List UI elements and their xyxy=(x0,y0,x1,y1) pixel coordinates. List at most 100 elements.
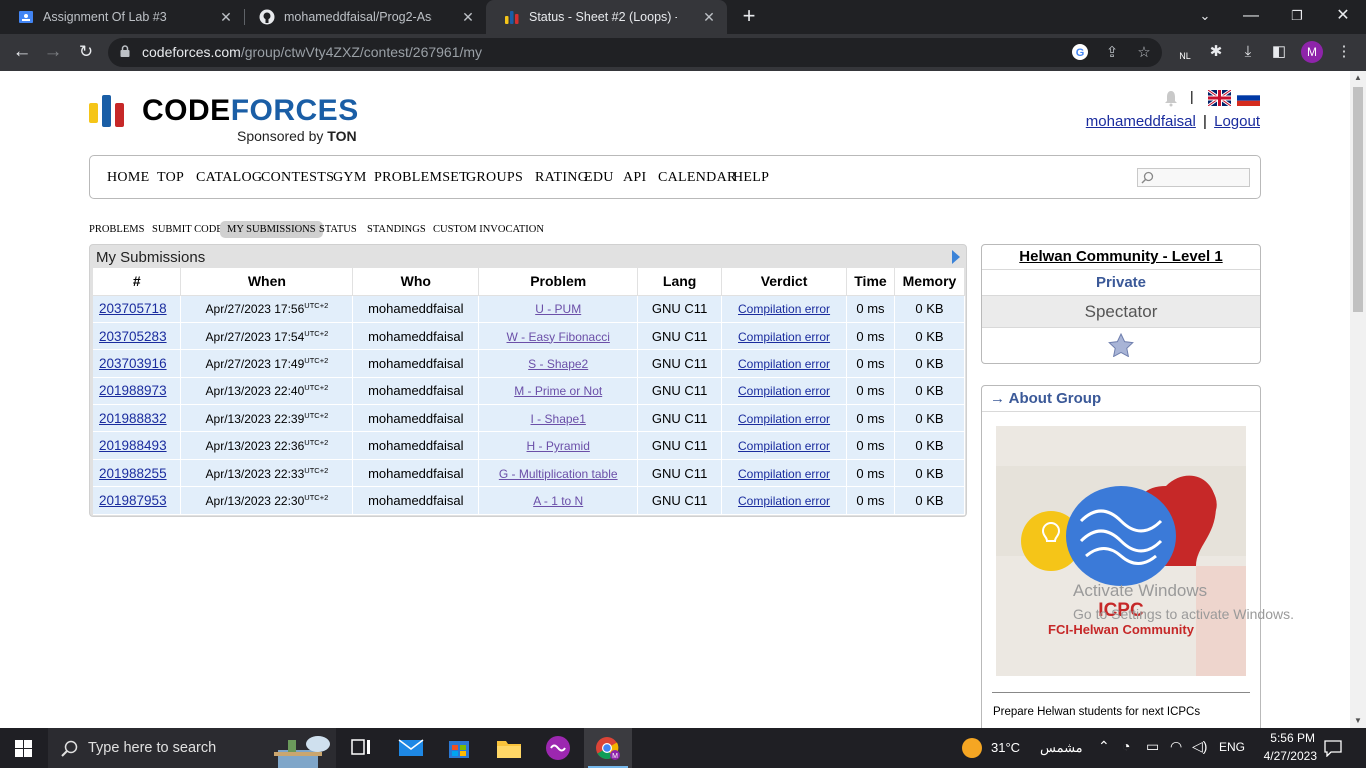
verdict-link[interactable]: Compilation error xyxy=(738,330,830,344)
verdict-link[interactable]: Compilation error xyxy=(738,494,830,508)
submenu-problems[interactable]: PROBLEMS xyxy=(82,221,151,238)
menu-calendar[interactable]: CALENDAR xyxy=(658,170,737,186)
submitter-name[interactable]: mohameddfaisal xyxy=(368,466,463,481)
tray-battery-icon[interactable]: ▭ xyxy=(1146,738,1159,755)
mail-app-icon[interactable] xyxy=(398,736,424,760)
codeforces-logo[interactable]: CODEFORCES Sponsored by TON xyxy=(89,94,369,145)
restore-button[interactable]: ❐ xyxy=(1274,0,1320,34)
menu-top[interactable]: TOP xyxy=(157,170,184,186)
submitter-name[interactable]: mohameddfaisal xyxy=(368,438,463,453)
taskbar-search-input[interactable]: Type here to search xyxy=(48,728,336,768)
site-search-input[interactable] xyxy=(1137,168,1250,187)
menu-rating[interactable]: RATING xyxy=(535,170,588,186)
close-window-button[interactable]: ✕ xyxy=(1320,0,1366,34)
tab-search-icon[interactable]: ⌄ xyxy=(1182,0,1228,34)
submission-id-link[interactable]: 201987953 xyxy=(99,493,167,508)
menu-gym[interactable]: GYM xyxy=(333,170,367,186)
submission-id-link[interactable]: 203705283 xyxy=(99,329,167,344)
taskbar-chrome-active[interactable]: M xyxy=(584,728,632,768)
task-view-icon[interactable] xyxy=(348,736,374,760)
back-button[interactable]: ← xyxy=(9,40,35,66)
submenu-status[interactable]: STATUS xyxy=(312,221,364,238)
tray-meet-icon[interactable]: ◔ xyxy=(1122,738,1130,754)
submission-id-link[interactable]: 201988832 xyxy=(99,411,167,426)
submitter-name[interactable]: mohameddfaisal xyxy=(368,356,463,371)
problem-link[interactable]: U - PUM xyxy=(535,302,581,316)
submission-id-link[interactable]: 201988255 xyxy=(99,466,167,481)
tray-overflow-icon[interactable]: ⌃ xyxy=(1098,738,1110,755)
submitter-name[interactable]: mohameddfaisal xyxy=(368,493,463,508)
submitter-name[interactable]: mohameddfaisal xyxy=(368,301,463,316)
visual-studio-icon[interactable] xyxy=(545,736,571,760)
problem-link[interactable]: W - Easy Fibonacci xyxy=(507,330,610,344)
google-lens-icon[interactable]: G xyxy=(1070,43,1090,63)
username-link[interactable]: mohameddfaisal xyxy=(1086,113,1196,130)
weather-sun-icon[interactable] xyxy=(962,738,982,758)
tray-volume-icon[interactable]: ◁) xyxy=(1192,738,1207,755)
weather-temp[interactable]: 31°C xyxy=(991,740,1020,755)
store-app-icon[interactable] xyxy=(446,736,472,760)
windows-start-icon[interactable] xyxy=(15,740,32,757)
notification-bell-icon[interactable] xyxy=(1162,89,1180,107)
tab-assignment[interactable]: Assignment Of Lab #3 ✕ xyxy=(0,0,244,34)
scrollbar-thumb[interactable] xyxy=(1353,87,1363,312)
menu-contests[interactable]: CONTESTS xyxy=(261,170,334,186)
submission-id-link[interactable]: 201988973 xyxy=(99,383,167,398)
extensions-puzzle-icon[interactable]: ✱ xyxy=(1205,41,1227,63)
menu-problemset[interactable]: PROBLEMSET xyxy=(374,170,468,186)
extension-nl-icon[interactable]: NL xyxy=(1174,41,1196,63)
clock-date[interactable]: 4/27/2023 xyxy=(1253,749,1317,763)
side-panel-icon[interactable]: ◧ xyxy=(1268,41,1290,63)
browser-menu-icon[interactable]: ⋮ xyxy=(1333,41,1355,63)
close-tab-icon[interactable]: ✕ xyxy=(218,9,234,25)
favourite-star-icon[interactable] xyxy=(1108,332,1134,358)
minimize-button[interactable]: — xyxy=(1228,0,1274,34)
submenu-submit-code[interactable]: SUBMIT CODE xyxy=(145,221,230,238)
menu-help[interactable]: HELP xyxy=(733,170,769,186)
verdict-link[interactable]: Compilation error xyxy=(738,412,830,426)
forward-button[interactable]: → xyxy=(40,40,66,66)
close-tab-icon[interactable]: ✕ xyxy=(460,9,476,25)
submitter-name[interactable]: mohameddfaisal xyxy=(368,411,463,426)
scroll-down-icon[interactable]: ▼ xyxy=(1350,714,1366,728)
menu-groups[interactable]: GROUPS xyxy=(466,170,523,186)
submenu-custom-invocation[interactable]: CUSTOM INVOCATION xyxy=(426,221,551,238)
collapse-arrow-icon[interactable] xyxy=(952,250,960,264)
problem-link[interactable]: S - Shape2 xyxy=(528,357,588,371)
problem-link[interactable]: G - Multiplication table xyxy=(499,467,618,481)
address-bar[interactable]: codeforces.com/group/ctwVty4ZXZ/contest/… xyxy=(108,38,1162,67)
page-scrollbar[interactable]: ▲ ▼ xyxy=(1350,71,1366,728)
notification-center-icon[interactable] xyxy=(1324,740,1342,757)
russian-flag-icon[interactable] xyxy=(1237,90,1260,106)
problem-link[interactable]: A - 1 to N xyxy=(533,494,583,508)
scroll-up-icon[interactable]: ▲ xyxy=(1350,71,1366,85)
tab-github[interactable]: mohameddfaisal/Prog2-Assignm ✕ xyxy=(241,0,486,34)
new-tab-button[interactable]: + xyxy=(726,0,772,34)
submenu-my-submissions[interactable]: MY SUBMISSIONS xyxy=(220,221,323,238)
submission-id-link[interactable]: 201988493 xyxy=(99,438,167,453)
submission-id-link[interactable]: 203703916 xyxy=(99,356,167,371)
problem-link[interactable]: M - Prime or Not xyxy=(514,384,602,398)
problem-link[interactable]: H - Pyramid xyxy=(527,439,590,453)
bookmark-star-icon[interactable]: ☆ xyxy=(1134,43,1154,63)
file-explorer-icon[interactable] xyxy=(496,736,522,760)
submenu-standings[interactable]: STANDINGS xyxy=(360,221,433,238)
verdict-link[interactable]: Compilation error xyxy=(738,357,830,371)
reload-button[interactable]: ↻ xyxy=(73,40,99,66)
menu-catalog[interactable]: CATALOG xyxy=(196,170,262,186)
download-icon[interactable]: ⤓ xyxy=(1237,41,1259,63)
submitter-name[interactable]: mohameddfaisal xyxy=(368,383,463,398)
menu-api[interactable]: API xyxy=(623,170,646,186)
share-icon[interactable]: ⇪ xyxy=(1102,43,1122,63)
tab-codeforces-status[interactable]: Status - Sheet #2 (Loops) - Code ✕ xyxy=(486,0,727,34)
menu-edu[interactable]: EDU xyxy=(584,170,614,186)
clock-time[interactable]: 5:56 PM xyxy=(1255,731,1315,745)
input-language[interactable]: ENG xyxy=(1219,740,1245,754)
close-tab-icon[interactable]: ✕ xyxy=(701,9,717,25)
submitter-name[interactable]: mohameddfaisal xyxy=(368,329,463,344)
verdict-link[interactable]: Compilation error xyxy=(738,384,830,398)
verdict-link[interactable]: Compilation error xyxy=(738,439,830,453)
verdict-link[interactable]: Compilation error xyxy=(738,467,830,481)
tray-wifi-icon[interactable]: ◠ xyxy=(1170,738,1182,755)
group-name-link[interactable]: Helwan Community - Level 1 xyxy=(1019,248,1222,265)
